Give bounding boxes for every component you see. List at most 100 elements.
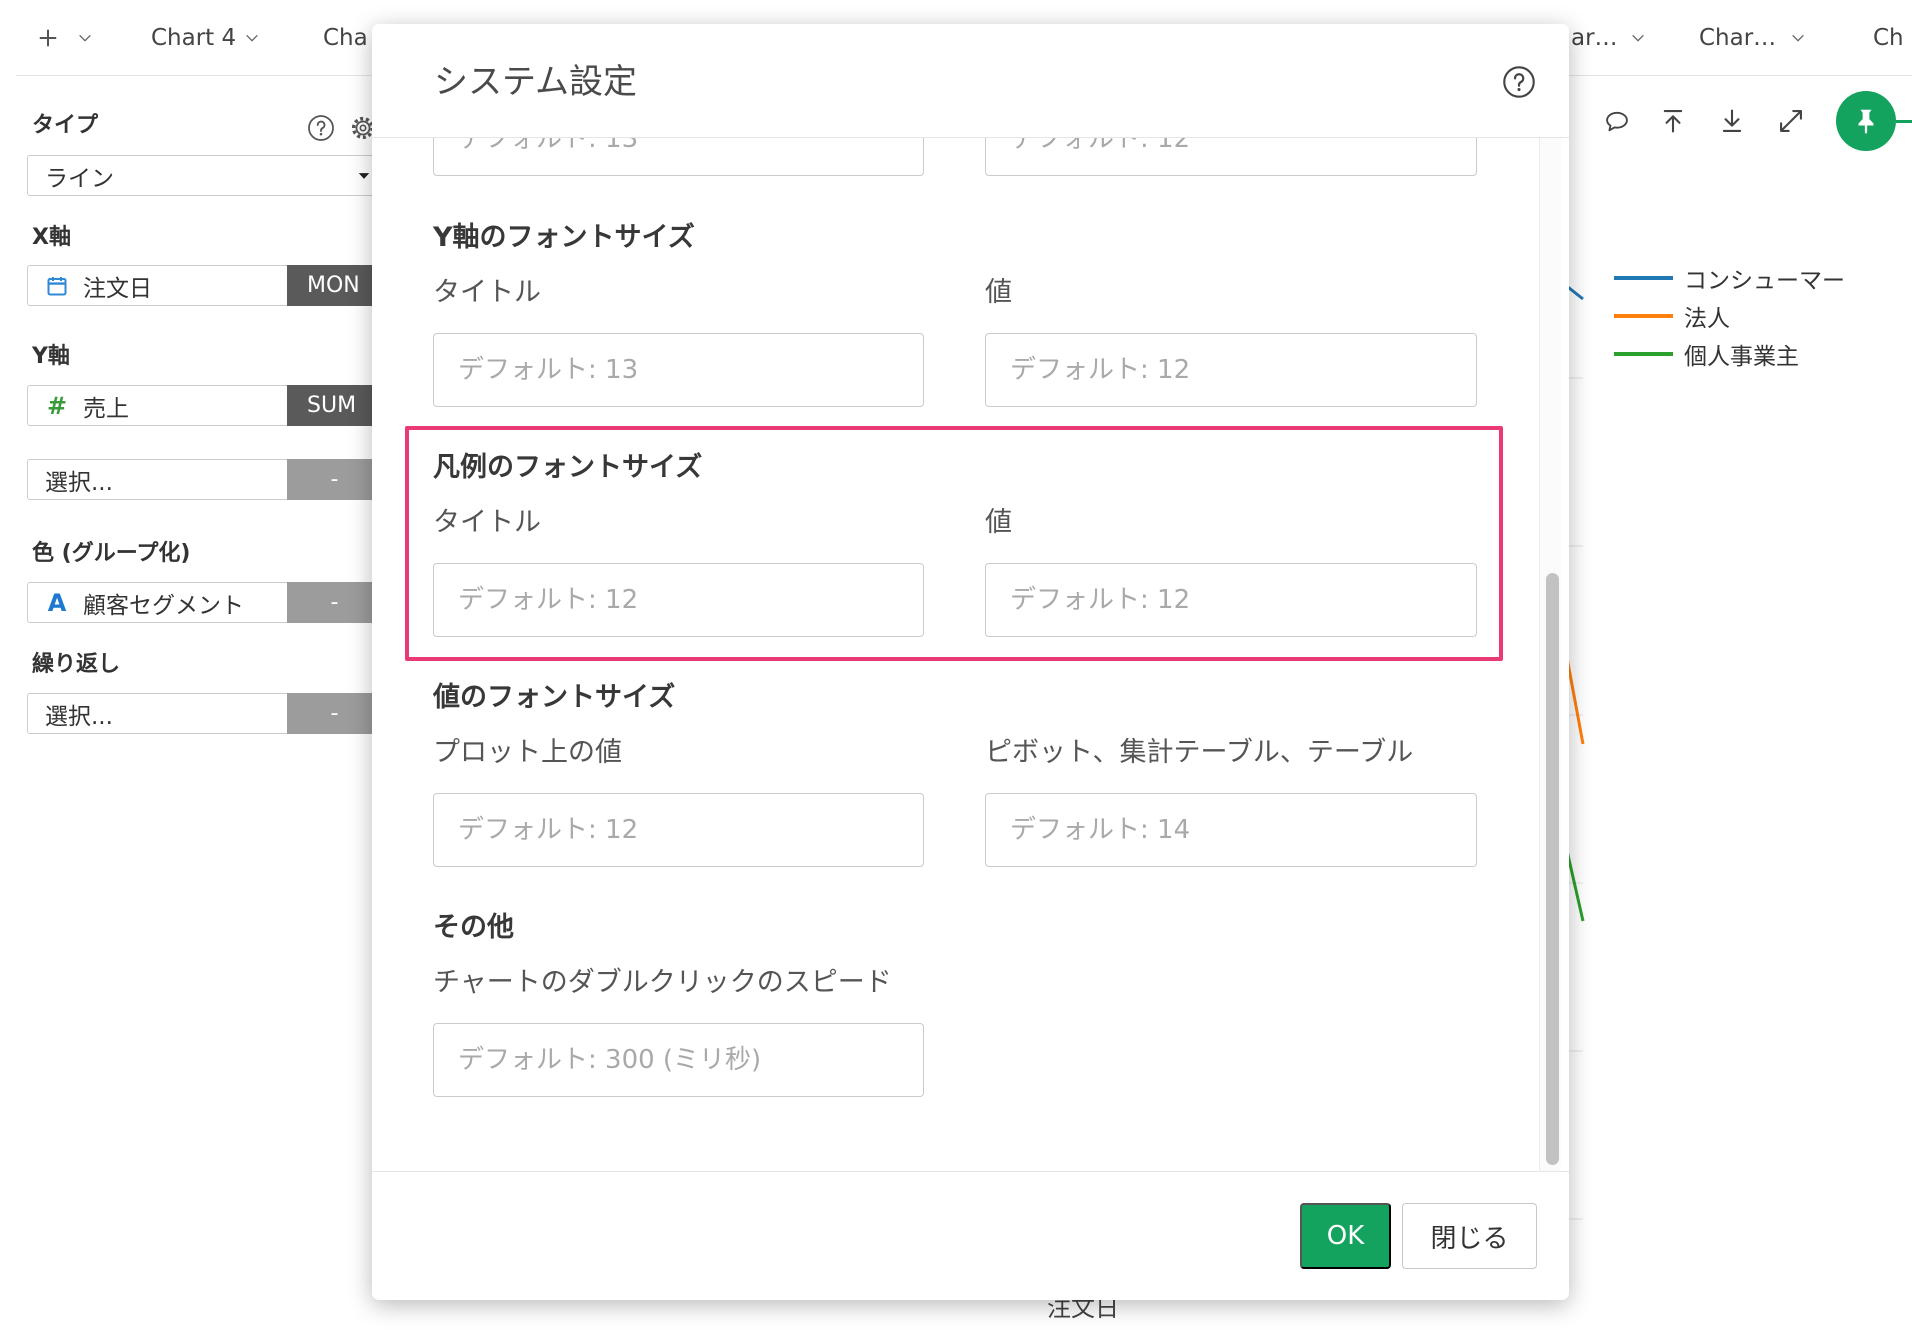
section-x-axis-font [433,138,1478,176]
field-column: 値 [985,505,1477,637]
legend-swatch [1614,314,1673,318]
ok-button[interactable]: OK [1300,1203,1391,1269]
y-axis-extra-function-button[interactable]: - [287,459,382,500]
chart-settings-panel: タイプ ライン X軸 注文日 MON Y軸 # 売上 SUM 選択... - 色… [0,76,420,836]
section-heading: Y軸のフォントサイズ [433,222,695,253]
comment-icon[interactable] [1603,107,1631,135]
field-label: 値 [985,507,1012,538]
field-column: チャートのダブルクリックのスピード [433,965,924,1097]
plus-icon [37,27,59,49]
calendar-icon [45,274,69,298]
legend-swatch [1614,352,1673,356]
section-heading: その他 [433,912,514,943]
x-axis-value-font-input[interactable] [985,138,1477,176]
pin-button[interactable] [1836,91,1896,151]
dialog-title: システム設定 [434,62,637,102]
color-group-function-button[interactable]: - [287,582,382,623]
text-type-icon: A [47,588,67,617]
legend-item: コンシューマー [1614,259,1894,297]
tab-chart-4[interactable]: Chart 4 [151,0,260,75]
dialog-footer: OK 閉じる [372,1171,1569,1300]
field-column [433,138,924,176]
chart-legend: コンシューマー 法人 個人事業主 [1614,259,1894,373]
legend-label: 法人 [1684,306,1730,332]
download-icon[interactable] [1718,107,1746,135]
field-column: タイトル [433,275,924,407]
x-axis-field[interactable]: 注文日 MON [27,265,409,306]
y-axis-extra-select[interactable]: 選択... - [27,459,407,500]
pin-connector-line [1896,120,1912,123]
upload-icon[interactable] [1659,107,1687,135]
tab-char-truncated[interactable]: ar… [1571,0,1646,75]
help-icon[interactable] [307,114,335,142]
table-value-font-input[interactable] [985,793,1477,867]
legend-swatch [1614,276,1673,280]
legend-title-font-input[interactable] [433,563,924,637]
y-axis-extra-value: 選択... [45,469,113,496]
dialog-header: システム設定 [372,24,1569,138]
tab-char[interactable]: Char… [1699,0,1806,75]
caret-down-icon [357,169,371,183]
field-column: タイトル [433,505,924,637]
scrollbar-thumb[interactable] [1546,573,1559,1165]
section-value-font: 値のフォントサイズ プロット上の値 ピボット、集計テーブル、テーブル [433,680,1478,867]
number-type-icon: # [46,391,68,420]
legend-value-font-input[interactable] [985,563,1477,637]
y-axis-column: 売上 [83,395,129,422]
color-group-column: 顧客セグメント [83,592,244,619]
tab-label: Char… [1699,24,1777,51]
chevron-down-icon[interactable] [1630,30,1646,46]
field-column: プロット上の値 [433,735,924,867]
close-button[interactable]: 閉じる [1402,1203,1537,1269]
field-column: 値 [985,275,1477,407]
repeat-function-button[interactable]: - [287,693,382,734]
legend-label: 個人事業主 [1684,344,1799,370]
section-legend-font: 凡例のフォントサイズ タイトル 値 [433,450,1478,637]
chevron-down-icon[interactable] [244,30,260,46]
color-group-field[interactable]: A 顧客セグメント - [27,582,407,623]
tab-cha[interactable]: Cha [323,0,368,75]
repeat-select[interactable]: 選択... - [27,693,407,734]
field-label: 値 [985,277,1012,308]
field-label: タイトル [433,507,541,538]
pin-icon [1851,106,1881,136]
x-axis-label: X軸 [32,225,71,250]
plot-value-font-input[interactable] [433,793,924,867]
tab-ch[interactable]: Ch [1873,0,1912,75]
chevron-down-icon[interactable] [1790,30,1806,46]
dialog-body[interactable]: Y軸のフォントサイズ タイトル 値 凡例のフォントサイズ タイトル 値 [372,138,1569,1171]
expand-icon[interactable] [1777,107,1805,135]
repeat-label: 繰り返し [32,652,121,677]
chart-toolbar [1590,91,1912,151]
field-column [985,138,1477,176]
chart-type-select[interactable]: ライン [27,155,407,196]
tab-label: Chart 4 [151,24,237,51]
double-click-speed-input[interactable] [433,1023,924,1097]
scrollbar-track[interactable] [1539,138,1561,1171]
field-label: プロット上の値 [433,737,622,768]
legend-item: 法人 [1614,297,1894,335]
section-heading: 凡例のフォントサイズ [433,452,703,483]
y-axis-field[interactable]: # 売上 SUM [27,385,409,426]
chevron-down-icon [77,30,93,46]
chart-type-value: ライン [45,165,114,192]
tab-label: Cha [323,24,368,51]
y-axis-value-font-input[interactable] [985,333,1477,407]
field-label: ピボット、集計テーブル、テーブル [985,737,1414,768]
field-column: ピボット、集計テーブル、テーブル [985,735,1477,867]
help-icon[interactable] [1502,65,1536,99]
field-label: タイトル [433,277,541,308]
x-axis-column: 注文日 [83,275,152,302]
legend-label: コンシューマー [1684,268,1845,294]
x-axis-title-font-input[interactable] [433,138,924,176]
y-axis-title-font-input[interactable] [433,333,924,407]
section-y-axis-font: Y軸のフォントサイズ タイトル 値 [433,220,1478,407]
color-group-label: 色 (グループ化) [32,541,191,566]
system-settings-dialog: システム設定 Y軸のフォントサイズ タイトル 値 [372,24,1569,1300]
legend-item: 個人事業主 [1614,335,1894,373]
add-tab-button[interactable] [37,0,93,75]
tab-label: ar… [1571,24,1618,51]
section-other: その他 チャートのダブルクリックのスピード [433,910,1478,1097]
tab-label: Ch [1873,24,1904,51]
y-axis-label: Y軸 [32,344,70,369]
